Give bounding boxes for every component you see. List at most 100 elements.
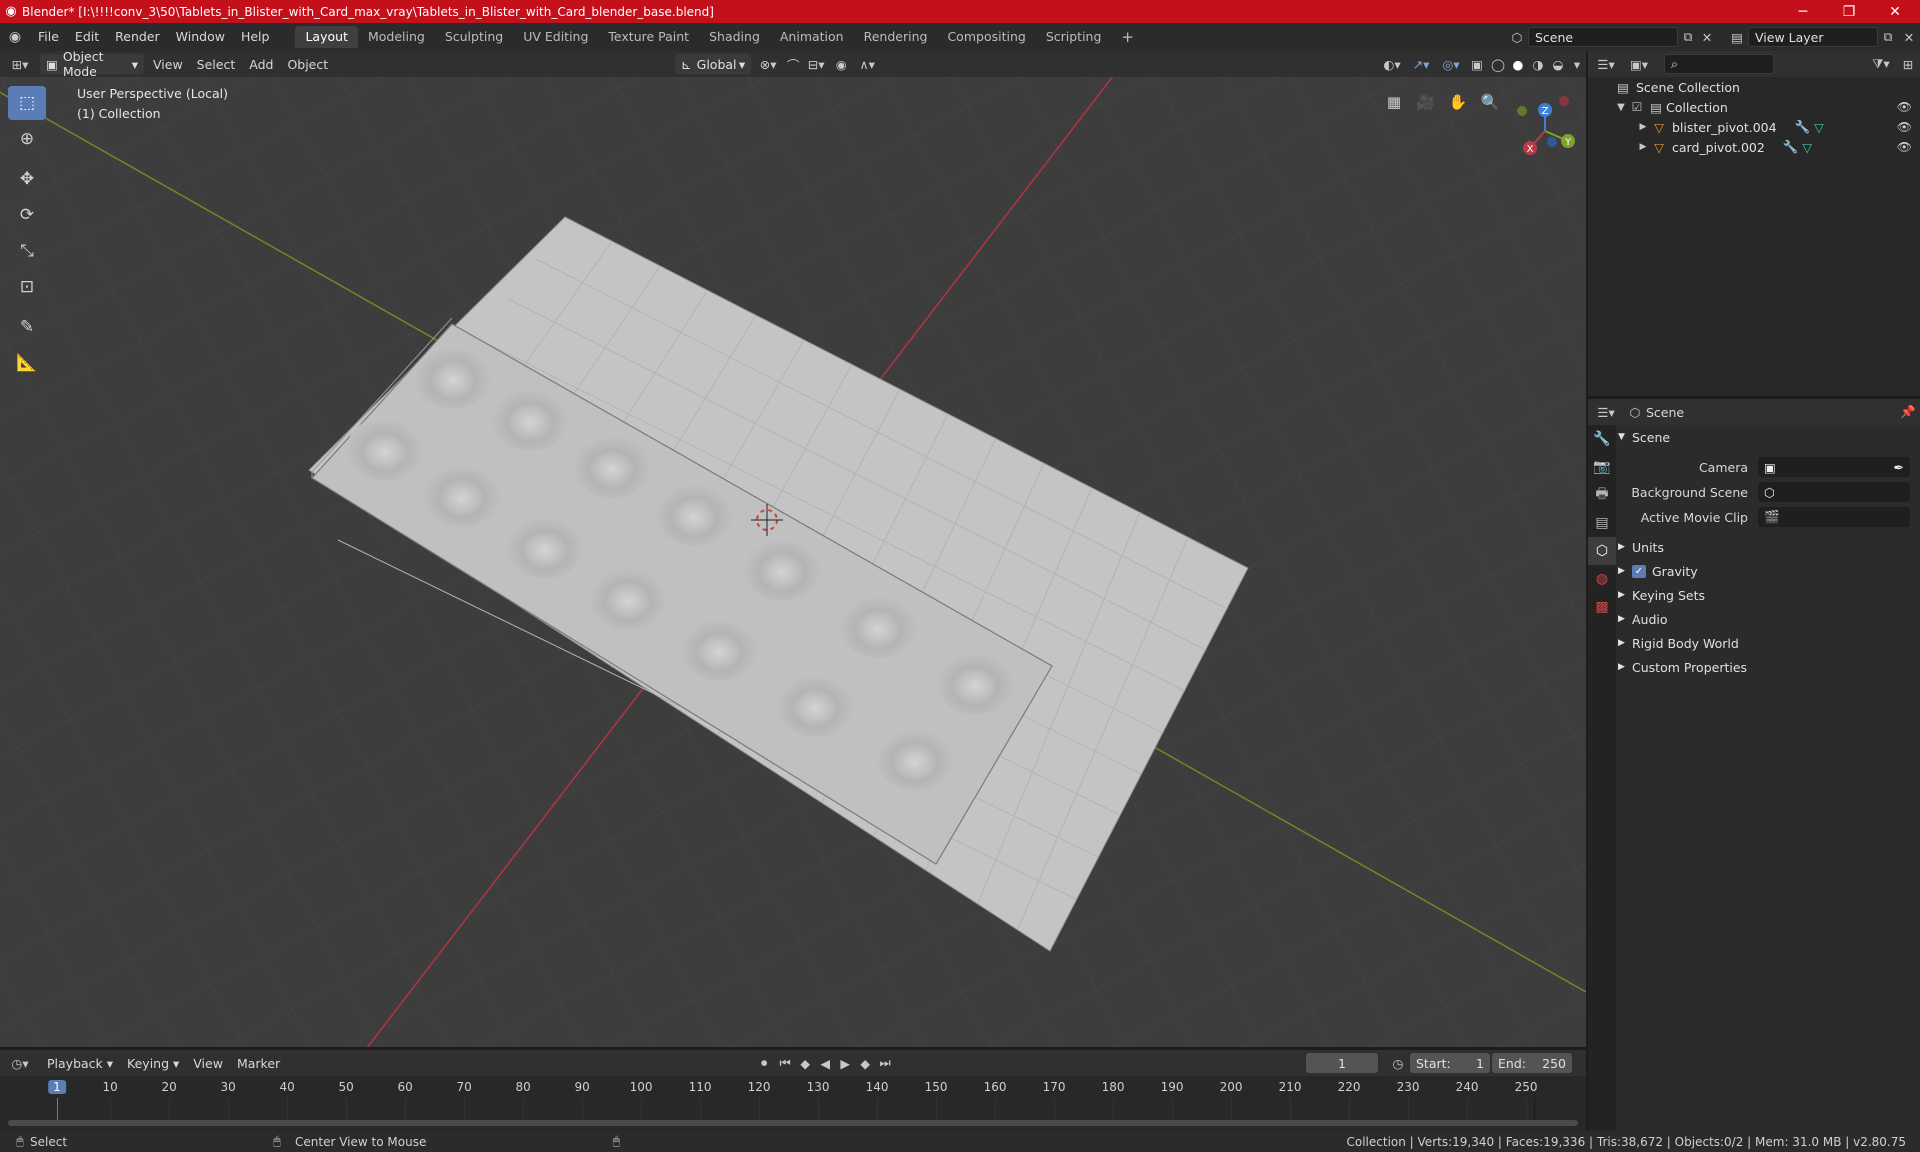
3d-viewport[interactable] [0, 77, 1586, 1047]
minimize-icon[interactable]: ─ [1780, 0, 1826, 23]
tab-scripting[interactable]: Scripting [1036, 26, 1112, 48]
timeline-scrollbar[interactable] [8, 1120, 1578, 1126]
chevron-down-icon[interactable]: ▾ [1568, 57, 1586, 72]
new-view-layer-icon[interactable]: ⧉ [1878, 29, 1898, 45]
eye-icon[interactable]: 👁 [1897, 100, 1912, 114]
falloff-icon[interactable]: ∧▾ [853, 57, 881, 72]
keying-sets-panel[interactable]: ▶ Keying Sets [1618, 584, 1916, 606]
remove-scene-icon[interactable]: ✕ [1698, 30, 1716, 45]
cursor-tool-icon[interactable]: ⊕ [8, 122, 46, 156]
snap-icon[interactable]: ⌒ [783, 55, 803, 74]
pan-hand-icon[interactable]: ✋ [1444, 88, 1472, 116]
transform-tool-icon[interactable]: ⊡ [8, 270, 46, 304]
outliner-object-blister[interactable]: ▶ ▽ blister_pivot.004 🔧 ▽ 👁 [1588, 117, 1920, 137]
jump-end-icon[interactable]: ⏭ [875, 1055, 895, 1071]
rendered-shading-icon[interactable]: ◒ [1548, 57, 1568, 72]
tab-sculpting[interactable]: Sculpting [435, 26, 513, 48]
tab-animation[interactable]: Animation [770, 26, 854, 48]
tab-texture-paint[interactable]: Texture Paint [598, 26, 699, 48]
pivot-point-icon[interactable]: ⊗▾ [753, 57, 783, 72]
scene-selector[interactable]: Scene [1528, 27, 1678, 47]
measure-tool-icon[interactable]: 📐 [8, 346, 46, 380]
transform-orientation-selector[interactable]: ⊾ Global ▾ [675, 54, 752, 74]
timeline-view-menu[interactable]: View [186, 1053, 230, 1073]
eyedropper-icon[interactable]: ✒ [1894, 460, 1904, 475]
new-collection-icon[interactable]: ⊞ [1896, 57, 1920, 72]
tab-uv-editing[interactable]: UV Editing [513, 26, 598, 48]
preview-range-icon[interactable]: ◷ [1386, 1056, 1410, 1071]
rigid-body-world-panel[interactable]: ▶ Rigid Body World [1618, 632, 1916, 654]
view-layer-tab-icon[interactable]: ▤ [1588, 509, 1616, 537]
tab-rendering[interactable]: Rendering [854, 26, 938, 48]
move-tool-icon[interactable]: ✥ [8, 162, 46, 196]
toggle-grid-icon[interactable]: ▦ [1380, 88, 1408, 116]
view-layer-selector[interactable]: View Layer [1748, 27, 1878, 47]
expand-arrow-icon[interactable]: ▶ [1636, 142, 1650, 152]
jump-keyframe-forward-icon[interactable]: ◆ [855, 1056, 875, 1071]
modifier-wrench-icon[interactable]: 🔧 [1795, 119, 1811, 135]
tab-shading[interactable]: Shading [699, 26, 770, 48]
marker-menu[interactable]: Marker [230, 1053, 287, 1073]
rotate-tool-icon[interactable]: ⟳ [8, 198, 46, 232]
tab-layout[interactable]: Layout [295, 26, 358, 48]
object-menu[interactable]: Object [280, 54, 335, 74]
tab-compositing[interactable]: Compositing [937, 26, 1035, 48]
camera-field[interactable]: ▣ ✒ [1758, 457, 1910, 477]
output-tab-icon[interactable]: 🖶 [1588, 481, 1616, 509]
blender-menu-icon[interactable]: ◉ [0, 29, 30, 45]
play-icon[interactable]: ▶ [835, 1056, 855, 1071]
eye-icon[interactable]: 👁 [1897, 120, 1912, 134]
outliner-collection[interactable]: ▼ ☑ ▤ Collection 👁 [1588, 97, 1920, 117]
active-movie-clip-field[interactable]: 🎬 [1758, 507, 1910, 527]
texture-tab-icon[interactable]: ▩ [1588, 593, 1616, 621]
timeline[interactable]: 1 10 20 30 40 50 60 70 80 90 100 110 120 130 140 150 160… [0, 1076, 1586, 1131]
new-scene-icon[interactable]: ⧉ [1678, 29, 1698, 45]
expand-arrow-icon[interactable]: ▶ [1636, 122, 1650, 132]
view-menu[interactable]: View [146, 54, 190, 74]
audio-panel[interactable]: ▶ Audio [1618, 608, 1916, 630]
custom-properties-panel[interactable]: ▶ Custom Properties [1618, 656, 1916, 678]
outliner-scene-collection[interactable]: ▤ Scene Collection [1588, 77, 1920, 97]
jump-keyframe-back-icon[interactable]: ◆ [795, 1056, 815, 1071]
outliner-object-card[interactable]: ▶ ▽ card_pivot.002 🔧 ▽ 👁 [1588, 137, 1920, 157]
wireframe-shading-icon[interactable]: ◯ [1488, 57, 1508, 72]
menu-window[interactable]: Window [168, 26, 233, 48]
select-menu[interactable]: Select [190, 54, 243, 74]
scale-tool-icon[interactable]: ⤡ [8, 234, 46, 268]
end-frame-field[interactable]: End: 250 [1492, 1053, 1572, 1073]
scene-tab-icon[interactable]: ⬡ [1588, 537, 1616, 565]
world-tab-icon[interactable]: ◍ [1588, 565, 1616, 593]
navigation-gizmo[interactable]: Z Y X [1505, 86, 1585, 176]
annotate-tool-icon[interactable]: ✎ [8, 310, 46, 344]
camera-view-icon[interactable]: 🎥 [1412, 88, 1440, 116]
outliner-editor-type-icon[interactable]: ☰▾ [1588, 57, 1624, 72]
menu-file[interactable]: File [30, 26, 67, 48]
overlay-toggle-icon[interactable]: ◎▾ [1436, 57, 1466, 72]
xray-icon[interactable]: ▣ [1466, 57, 1488, 72]
gizmo-neg-y[interactable] [1517, 106, 1527, 116]
close-icon[interactable]: ✕ [1872, 0, 1918, 23]
menu-edit[interactable]: Edit [67, 26, 107, 48]
expand-arrow-icon[interactable]: ▼ [1614, 102, 1628, 113]
mode-selector[interactable]: ▣ Object Mode ▾ [40, 49, 144, 79]
units-panel[interactable]: ▶ Units [1618, 536, 1916, 558]
record-icon[interactable]: ⏺ [753, 1055, 775, 1071]
timeline-editor-type-icon[interactable]: ◷▾ [0, 1056, 40, 1071]
playhead[interactable]: 1 [48, 1080, 66, 1094]
background-scene-field[interactable]: ⬡ [1758, 482, 1910, 502]
start-frame-field[interactable]: Start: 1 [1410, 1053, 1490, 1073]
add-workspace-icon[interactable]: + [1111, 26, 1144, 48]
proportional-edit-icon[interactable]: ◉ [829, 57, 853, 72]
scene-panel-header[interactable]: ▼ Scene [1618, 426, 1916, 448]
render-tab-icon[interactable]: 📷 [1588, 453, 1616, 481]
jump-start-icon[interactable]: ⏮ [775, 1055, 795, 1071]
gizmo-neg-x[interactable] [1559, 96, 1569, 106]
visibility-icon[interactable]: ◐▾ [1378, 57, 1406, 72]
add-menu[interactable]: Add [242, 54, 280, 74]
gizmo-toggle-icon[interactable]: ↗▾ [1406, 57, 1436, 72]
playback-menu[interactable]: Playback ▾ [40, 1053, 120, 1073]
material-shading-icon[interactable]: ◑ [1528, 57, 1548, 72]
pin-icon[interactable]: 📌 [1896, 404, 1920, 420]
solid-shading-icon[interactable]: ● [1508, 57, 1528, 72]
collection-checkbox-icon[interactable]: ☑ [1628, 100, 1646, 114]
